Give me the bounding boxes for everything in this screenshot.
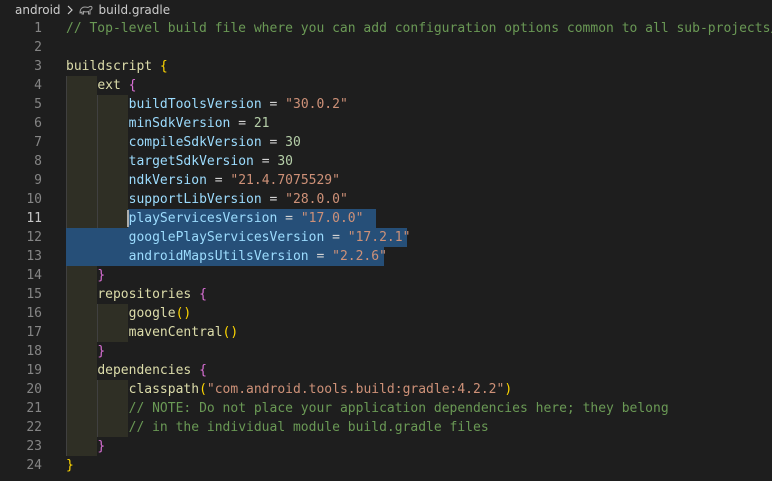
code-text: // Top-level build file where you can ad… [66,21,772,36]
code-line[interactable]: 13 androidMapsUtilsVersion = "2.2.6" [0,247,772,266]
code-line[interactable]: 11 playServicesVersion = "17.0.0" [0,209,772,228]
line-number: 17 [26,325,42,340]
code-line[interactable]: 24} [0,456,772,475]
breadcrumb: android build.gradle [0,0,772,19]
line-number: 10 [26,192,42,207]
line-number: 2 [34,40,42,55]
code-line[interactable]: 1 // Top-level build file where you can a… [0,19,772,38]
line-number: 4 [34,78,42,93]
code-line[interactable]: 22 // in the individual module build.gra… [0,418,772,437]
code-text: supportLibVersion = "28.0.0" [128,192,348,207]
code-text: ndkVersion = "21.4.7075529" [128,173,340,188]
line-number: 9 [34,173,42,188]
code-line[interactable]: 5 buildToolsVersion = "30.0.2" [0,95,772,114]
code-line[interactable]: 15 repositories { [0,285,772,304]
code-text: // in the individual module build.gradle… [128,420,489,435]
line-number: 11 [26,211,42,226]
code-text: classpath("com.android.tools.build:gradl… [128,382,513,397]
code-text: // NOTE: Do not place your application d… [128,401,669,416]
code-text: buildscript { [66,59,168,74]
code-text: minSdkVersion = 21 [128,116,270,131]
breadcrumb-folder[interactable]: android [15,3,61,17]
line-number: 20 [26,382,42,397]
gradle-elephant-icon [79,4,93,16]
code-text: playServicesVersion = "17.0.0" [128,211,364,226]
line-number: 23 [26,439,42,454]
code-line[interactable]: 8 targetSdkVersion = 30 [0,152,772,171]
code-text: androidMapsUtilsVersion = "2.2.6" [128,249,387,264]
code-text: dependencies { [97,363,207,378]
code-text: } [66,458,74,473]
code-line[interactable]: 7 compileSdkVersion = 30 [0,133,772,152]
line-number: 16 [26,306,42,321]
code-text: google() [128,306,192,321]
code-line[interactable]: 20 classpath("com.android.tools.build:gr… [0,380,772,399]
code-text: targetSdkVersion = 30 [128,154,293,169]
line-number: 1 [34,21,42,36]
code-text: repositories { [97,287,207,302]
line-number: 12 [26,230,42,245]
code-line[interactable]: 18 } [0,342,772,361]
line-number: 14 [26,268,42,283]
code-line[interactable]: 4 ext { [0,76,772,95]
code-line[interactable]: 14 } [0,266,772,285]
chevron-right-icon [66,5,74,15]
line-number: 5 [34,97,42,112]
line-number: 3 [34,59,42,74]
code-text: compileSdkVersion = 30 [128,135,301,150]
code-line[interactable]: 3 buildscript { [0,57,772,76]
line-number: 18 [26,344,42,359]
code-editor[interactable]: 1 // Top-level build file where you can a… [0,19,772,481]
line-number: 24 [26,458,42,473]
line-number: 19 [26,363,42,378]
code-text: ext { [97,78,137,93]
code-line[interactable]: 2 [0,38,772,57]
code-line[interactable]: 10 supportLibVersion = "28.0.0" [0,190,772,209]
text-cursor [127,210,129,227]
line-number: 22 [26,420,42,435]
code-line[interactable]: 21 // NOTE: Do not place your applicatio… [0,399,772,418]
code-line[interactable]: 17 mavenCentral() [0,323,772,342]
code-text: mavenCentral() [128,325,239,340]
line-number: 7 [34,135,42,150]
line-number: 15 [26,287,42,302]
line-number: 21 [26,401,42,416]
code-text: buildToolsVersion = "30.0.2" [128,97,348,112]
code-line[interactable]: 19 dependencies { [0,361,772,380]
code-line[interactable]: 23 } [0,437,772,456]
code-line[interactable]: 9 ndkVersion = "21.4.7075529" [0,171,772,190]
code-text: } [97,268,106,283]
breadcrumb-file[interactable]: build.gradle [99,3,171,17]
code-text: } [97,439,106,454]
code-text: } [97,344,106,359]
code-line[interactable]: 6 minSdkVersion = 21 [0,114,772,133]
line-number: 13 [26,249,42,264]
line-number: 8 [34,154,42,169]
code-line[interactable]: 16 google() [0,304,772,323]
line-number: 6 [34,116,42,131]
code-line[interactable]: 12 googlePlayServicesVersion = "17.2.1" [0,228,772,247]
code-text: googlePlayServicesVersion = "17.2.1" [128,230,411,245]
